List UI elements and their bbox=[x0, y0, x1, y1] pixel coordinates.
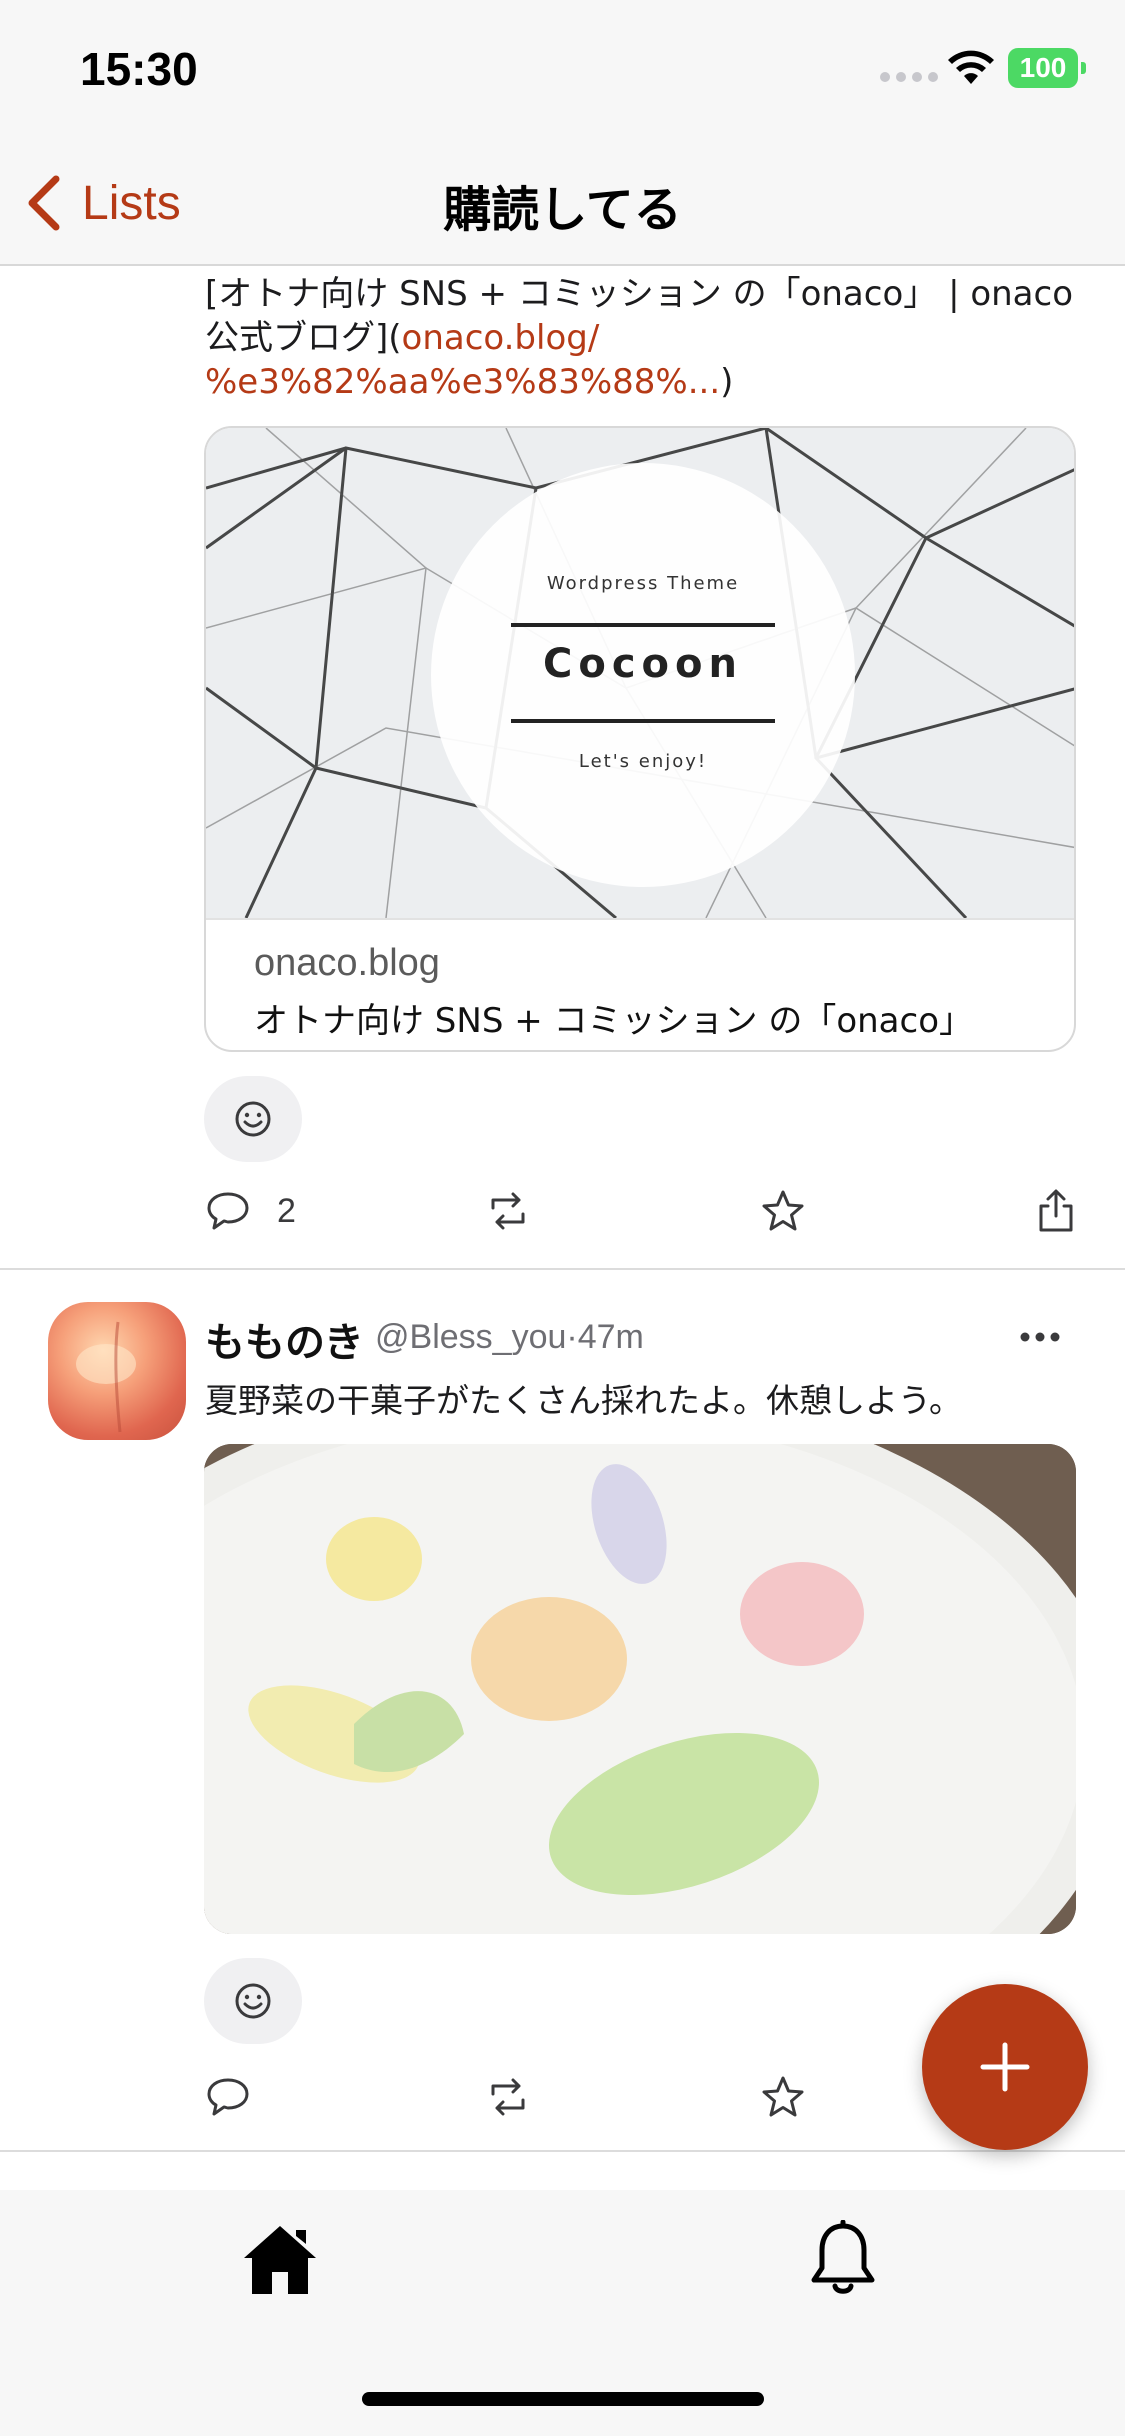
post-text-line: [オトナ向け SNS + コミッション の「onaco」 | onaco bbox=[205, 274, 1074, 314]
post-divider bbox=[0, 1268, 1125, 1270]
repost-icon bbox=[491, 1192, 525, 1230]
bell-icon[interactable] bbox=[808, 2220, 878, 2300]
post-text-line: 公式ブログ](onaco.blog/ bbox=[205, 316, 1085, 360]
status-bar: 15:30 100 bbox=[0, 0, 1125, 140]
divider-line bbox=[511, 719, 775, 723]
avatar[interactable] bbox=[48, 1302, 186, 1440]
smiley-icon bbox=[235, 1101, 271, 1137]
post-text: [オトナ向け SNS + コミッション の「onaco」 | onaco 公式ブ… bbox=[205, 272, 1085, 404]
home-icon[interactable] bbox=[240, 2222, 320, 2298]
link-preview-footer: onaco.blog オトナ向け SNS + コミッション の「onaco」 bbox=[206, 918, 1074, 1050]
page-title: 購読してる bbox=[443, 182, 682, 238]
post-text: 夏野菜の干菓子がたくさん採れたよ。休憩しよう。 bbox=[205, 1381, 963, 1420]
star-icon bbox=[762, 2076, 804, 2117]
cocoon-logo-circle: Wordpress Theme Cocoon Let's enjoy! bbox=[431, 463, 855, 887]
link-domain: onaco.blog bbox=[254, 942, 440, 984]
repost-button[interactable] bbox=[485, 2072, 531, 2122]
wifi-icon bbox=[948, 50, 994, 84]
reply-button[interactable] bbox=[205, 2072, 251, 2122]
status-time: 15:30 bbox=[80, 43, 198, 95]
timeline-feed[interactable]: [オトナ向け SNS + コミッション の「onaco」 | onaco 公式ブ… bbox=[0, 266, 1125, 2190]
post-link[interactable]: onaco.blog/ bbox=[402, 318, 600, 358]
plus-icon bbox=[980, 2042, 1030, 2092]
reply-icon bbox=[207, 1192, 249, 1230]
smiley-icon bbox=[235, 1983, 271, 2019]
post-image[interactable] bbox=[204, 1444, 1076, 1934]
post-text-segment: 公式ブログ]( bbox=[205, 318, 402, 358]
add-reaction-button[interactable] bbox=[204, 1076, 302, 1162]
post-divider bbox=[0, 2150, 1125, 2152]
repost-icon bbox=[491, 2078, 525, 2116]
post-text-line: %e3%82%aa%e3%83%88%...) bbox=[205, 360, 1085, 404]
cellular-signal-icon bbox=[880, 72, 938, 82]
card-tagline: Let's enjoy! bbox=[578, 751, 708, 772]
share-icon bbox=[1039, 1189, 1073, 1232]
reply-icon bbox=[207, 2078, 249, 2116]
star-icon bbox=[762, 1190, 804, 1231]
card-brand: Cocoon bbox=[543, 641, 743, 687]
author-name[interactable]: もものき bbox=[205, 1310, 364, 1368]
reply-button[interactable]: 2 bbox=[205, 1186, 296, 1236]
compose-button[interactable] bbox=[922, 1984, 1088, 2150]
battery-indicator: 100 bbox=[1008, 48, 1086, 88]
navigation-bar: Lists 購読してる bbox=[0, 140, 1125, 266]
link-preview-card[interactable]: Wordpress Theme Cocoon Let's enjoy! onac… bbox=[204, 426, 1076, 1052]
favorite-button[interactable] bbox=[760, 2072, 806, 2122]
author-handle-and-time: @Bless_you·47m bbox=[375, 1318, 644, 1356]
link-preview-image: Wordpress Theme Cocoon Let's enjoy! bbox=[206, 428, 1074, 918]
post-actions: 2 bbox=[205, 1186, 1075, 1236]
repost-button[interactable] bbox=[485, 1186, 531, 1236]
home-indicator bbox=[362, 2392, 764, 2406]
more-icon[interactable] bbox=[1018, 1330, 1062, 1344]
share-button[interactable] bbox=[1033, 1186, 1079, 1236]
link-title: オトナ向け SNS + コミッション の「onaco」 bbox=[254, 1001, 973, 1041]
divider-line bbox=[511, 623, 775, 627]
post-link-continued[interactable]: %e3%82%aa%e3%83%88%... bbox=[205, 362, 720, 402]
card-theme-label: Wordpress Theme bbox=[546, 573, 740, 594]
add-reaction-button[interactable] bbox=[204, 1958, 302, 2044]
favorite-button[interactable] bbox=[760, 1186, 806, 1236]
reply-count: 2 bbox=[277, 1191, 296, 1230]
post-text-segment: ) bbox=[720, 362, 734, 402]
